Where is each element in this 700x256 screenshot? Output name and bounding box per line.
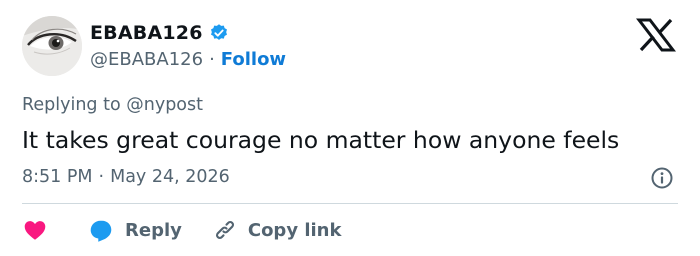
tweet-date[interactable]: May 24, 2026: [110, 165, 230, 189]
link-icon: [215, 220, 234, 240]
avatar[interactable]: [22, 16, 82, 76]
author-handle-row: @EBABA126 · Follow: [90, 48, 286, 72]
timestamp-separator: ·: [98, 167, 105, 187]
replying-to: Replying to @nypost: [22, 93, 203, 117]
copy-link-button[interactable]: Copy link: [212, 217, 342, 243]
author-handle[interactable]: @EBABA126: [90, 48, 203, 72]
tweet-time[interactable]: 8:51 PM: [22, 165, 93, 189]
author-display-name[interactable]: EBABA126: [90, 21, 203, 45]
copy-link-label[interactable]: Copy link: [248, 220, 342, 241]
replying-to-mention[interactable]: @nypost: [126, 95, 203, 115]
tweet-timestamp[interactable]: 8:51 PM · May 24, 2026: [22, 165, 230, 189]
heart-icon: [24, 221, 46, 240]
reply-button[interactable]: Reply: [88, 217, 182, 243]
handle-separator: ·: [209, 49, 215, 70]
like-button[interactable]: [22, 217, 88, 243]
tweet-actions: Reply Copy link: [22, 216, 341, 244]
tweet-embed-card: EBABA126 @EBABA126 · Follow Replying to …: [0, 0, 700, 256]
follow-button[interactable]: Follow: [221, 48, 286, 72]
tweet-text: It takes great courage no matter how any…: [22, 126, 620, 154]
divider: [22, 203, 678, 204]
x-logo-icon[interactable]: [636, 18, 676, 52]
speech-bubble-icon: [90, 220, 112, 242]
author-display-name-row[interactable]: EBABA126: [90, 21, 229, 45]
replying-to-prefix: Replying to: [22, 95, 121, 115]
info-icon[interactable]: [650, 166, 674, 190]
avatar-image: [22, 16, 82, 76]
reply-label[interactable]: Reply: [125, 220, 182, 241]
verified-badge-icon: [210, 24, 227, 40]
